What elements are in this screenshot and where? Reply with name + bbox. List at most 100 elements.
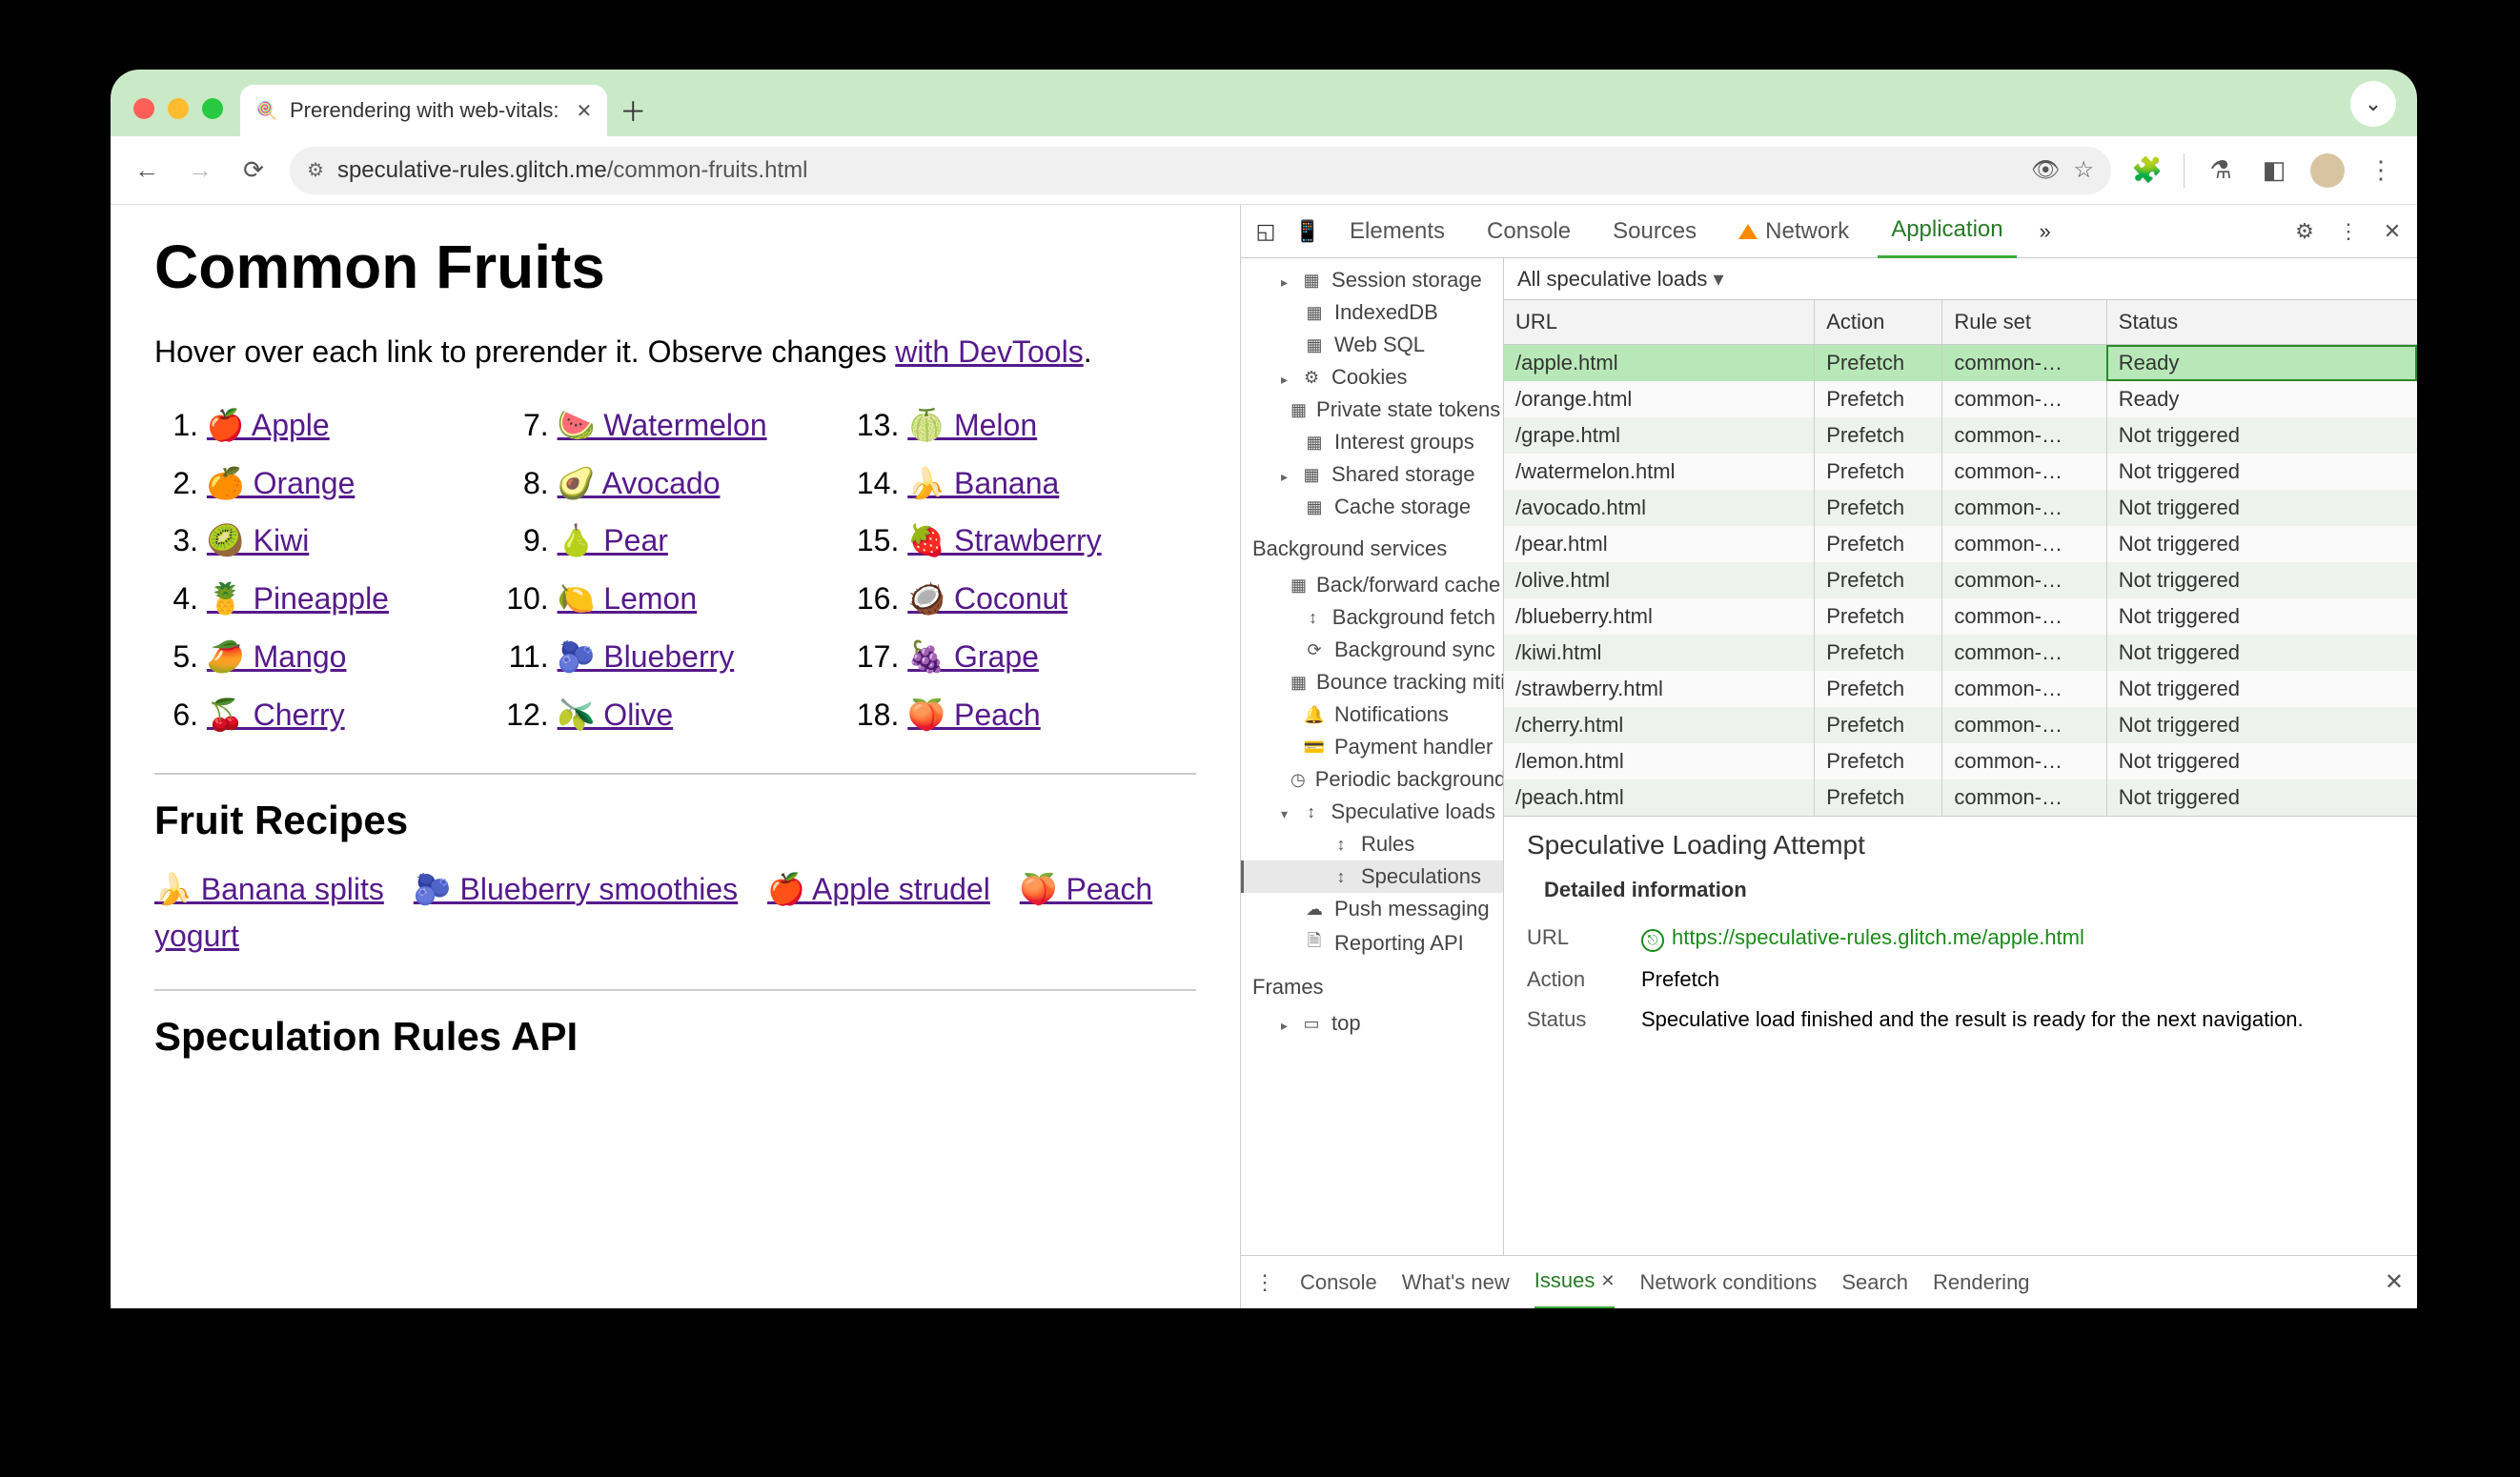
drawer-tab-search[interactable]: Search xyxy=(1841,1256,1908,1309)
table-row[interactable]: /orange.htmlPrefetchcommon-…Ready xyxy=(1504,381,2417,417)
labs-icon[interactable]: ⚗ xyxy=(2204,153,2238,188)
close-window-button[interactable] xyxy=(133,98,154,119)
close-icon[interactable]: ✕ xyxy=(1600,1271,1615,1291)
fruit-link[interactable]: 🍓 Strawberry xyxy=(907,523,1101,557)
inspect-icon[interactable]: ◱ xyxy=(1252,218,1279,245)
table-row[interactable]: /olive.htmlPrefetchcommon-…Not triggered xyxy=(1504,562,2417,598)
eye-off-icon[interactable]: 👁 xyxy=(2031,156,2060,184)
tab-sources[interactable]: Sources xyxy=(1599,205,1710,258)
back-button[interactable]: ← xyxy=(130,153,164,188)
recipe-link[interactable]: 🍎 Apple strudel xyxy=(767,872,990,906)
sidebar-item[interactable]: ▦Back/forward cache xyxy=(1241,569,1503,601)
minimize-window-button[interactable] xyxy=(168,98,189,119)
table-row[interactable]: /cherry.htmlPrefetchcommon-…Not triggere… xyxy=(1504,707,2417,743)
fruit-link[interactable]: 🍊 Orange xyxy=(207,466,355,500)
sidebar-item[interactable]: ↕Speculative loads xyxy=(1241,796,1503,828)
table-row[interactable]: /strawberry.htmlPrefetchcommon-…Not trig… xyxy=(1504,671,2417,707)
table-row[interactable]: /grape.htmlPrefetchcommon-…Not triggered xyxy=(1504,417,2417,454)
fruit-link[interactable]: 🥑 Avocado xyxy=(558,466,721,500)
sidebar-item[interactable]: 💳Payment handler xyxy=(1241,731,1503,763)
fruit-link[interactable]: 🥭 Mango xyxy=(207,639,347,674)
drawer-tab-netcond[interactable]: Network conditions xyxy=(1639,1256,1817,1309)
fruit-link[interactable]: 🍌 Banana xyxy=(907,466,1059,500)
reload-button[interactable]: ⟳ xyxy=(236,153,271,188)
drawer-tab-issues[interactable]: Issues✕ xyxy=(1534,1256,1616,1309)
table-row[interactable]: /avocado.htmlPrefetchcommon-…Not trigger… xyxy=(1504,490,2417,526)
table-row[interactable]: /kiwi.htmlPrefetchcommon-…Not triggered xyxy=(1504,635,2417,671)
sidebar-item[interactable]: ▦Shared storage xyxy=(1241,458,1503,491)
fruit-link[interactable]: 🍎 Apple xyxy=(207,408,330,442)
fruit-link[interactable]: 🫐 Blueberry xyxy=(558,639,735,674)
address-bar[interactable]: ⚙ speculative-rules.glitch.me/common-fru… xyxy=(290,147,2111,194)
sidebar-item[interactable]: ↕Background fetch xyxy=(1241,601,1503,634)
fruit-link[interactable]: 🍑 Peach xyxy=(907,698,1040,732)
col-status[interactable]: Status xyxy=(2106,300,2417,345)
fruit-link[interactable]: 🍉 Watermelon xyxy=(558,408,767,442)
col-url[interactable]: URL xyxy=(1504,300,1815,345)
sidebar-item[interactable]: ▦Private state tokens xyxy=(1241,394,1503,426)
close-icon[interactable]: ✕ xyxy=(2379,218,2406,245)
sidebar-item[interactable]: ↕Speculations xyxy=(1241,860,1503,893)
recipe-link[interactable]: 🍌 Banana splits xyxy=(154,872,384,906)
drawer-tab-whatsnew[interactable]: What's new xyxy=(1402,1256,1510,1309)
site-info-icon[interactable]: ⚙ xyxy=(307,158,324,182)
sidebar-item[interactable]: ↕Rules xyxy=(1241,828,1503,860)
sidebar-item[interactable]: ▦Web SQL xyxy=(1241,329,1503,361)
fruit-link[interactable]: 🍐 Pear xyxy=(558,523,668,557)
sidebar-item[interactable]: ▭top xyxy=(1241,1007,1503,1040)
fruit-link[interactable]: 🥥 Coconut xyxy=(907,581,1067,616)
recipe-link[interactable]: 🫐 Blueberry smoothies xyxy=(414,872,738,906)
close-tab-icon[interactable]: ✕ xyxy=(576,99,592,123)
table-row[interactable]: /lemon.htmlPrefetchcommon-…Not triggered xyxy=(1504,743,2417,779)
side-panel-icon[interactable]: ◧ xyxy=(2257,153,2291,188)
tab-network[interactable]: Network xyxy=(1725,205,1862,258)
maximize-window-button[interactable] xyxy=(202,98,223,119)
device-icon[interactable]: 📱 xyxy=(1294,218,1321,245)
sidebar-item[interactable]: ▦IndexedDB xyxy=(1241,296,1503,329)
drawer-kebab-icon[interactable]: ⋮ xyxy=(1254,1270,1275,1295)
star-icon[interactable]: ☆ xyxy=(2073,156,2094,184)
table-row[interactable]: /pear.htmlPrefetchcommon-…Not triggered xyxy=(1504,526,2417,562)
sidebar-item[interactable]: ⟳Background sync xyxy=(1241,634,1503,666)
new-tab-button[interactable]: ＋ xyxy=(607,85,659,136)
table-row[interactable]: /peach.htmlPrefetchcommon-…Not triggered xyxy=(1504,779,2417,816)
forward-button[interactable]: → xyxy=(183,153,217,188)
sidebar-item[interactable]: 🔔Notifications xyxy=(1241,698,1503,731)
filter-dropdown[interactable]: All speculative loads xyxy=(1504,258,2417,300)
fruit-link[interactable]: 🍈 Melon xyxy=(907,408,1037,442)
close-drawer-icon[interactable]: ✕ xyxy=(2385,1268,2404,1296)
gear-icon[interactable]: ⚙ xyxy=(2291,218,2318,245)
col-ruleset[interactable]: Rule set xyxy=(1942,300,2106,345)
detail-url-value[interactable]: ⎋https://speculative-rules.glitch.me/app… xyxy=(1641,925,2084,952)
sidebar-item[interactable]: ⚙Cookies xyxy=(1241,361,1503,394)
table-row[interactable]: /watermelon.htmlPrefetchcommon-…Not trig… xyxy=(1504,454,2417,490)
sidebar-item[interactable]: ▦Interest groups xyxy=(1241,426,1503,458)
devtools-link[interactable]: with DevTools xyxy=(895,334,1083,369)
profile-avatar[interactable] xyxy=(2310,153,2345,188)
sidebar-item[interactable]: ◷Periodic background xyxy=(1241,763,1503,796)
drawer-tab-rendering[interactable]: Rendering xyxy=(1933,1256,2030,1309)
fruit-link[interactable]: 🍒 Cherry xyxy=(207,698,345,732)
sidebar-item[interactable]: 🗎Reporting API xyxy=(1241,925,1503,961)
fruit-link[interactable]: 🍍 Pineapple xyxy=(207,581,389,616)
tab-console[interactable]: Console xyxy=(1473,205,1584,258)
browser-tab[interactable]: 🍭 Prerendering with web-vitals: ✕ xyxy=(240,85,607,136)
table-row[interactable]: /apple.htmlPrefetchcommon-…Ready xyxy=(1504,345,2417,382)
sidebar-item[interactable]: ▦Bounce tracking mitigations xyxy=(1241,666,1503,698)
kebab-icon[interactable]: ⋮ xyxy=(2335,218,2362,245)
more-tabs-icon[interactable]: » xyxy=(2032,218,2059,245)
fruit-link[interactable]: 🍇 Grape xyxy=(907,639,1039,674)
col-action[interactable]: Action xyxy=(1815,300,1942,345)
kebab-menu-icon[interactable]: ⋮ xyxy=(2364,153,2398,188)
sidebar-item[interactable]: ▦Session storage xyxy=(1241,264,1503,296)
extensions-icon[interactable]: 🧩 xyxy=(2130,153,2164,188)
sidebar-item[interactable]: ☁Push messaging xyxy=(1241,893,1503,925)
table-row[interactable]: /blueberry.htmlPrefetchcommon-…Not trigg… xyxy=(1504,598,2417,635)
tab-application[interactable]: Application xyxy=(1878,205,2016,258)
sidebar-item[interactable]: ▦Cache storage xyxy=(1241,491,1503,523)
fruit-link[interactable]: 🫒 Olive xyxy=(558,698,674,732)
drawer-tab-console[interactable]: Console xyxy=(1300,1256,1377,1309)
chevron-down-icon[interactable]: ⌄ xyxy=(2350,81,2396,127)
tab-elements[interactable]: Elements xyxy=(1336,205,1458,258)
fruit-link[interactable]: 🍋 Lemon xyxy=(558,581,698,616)
